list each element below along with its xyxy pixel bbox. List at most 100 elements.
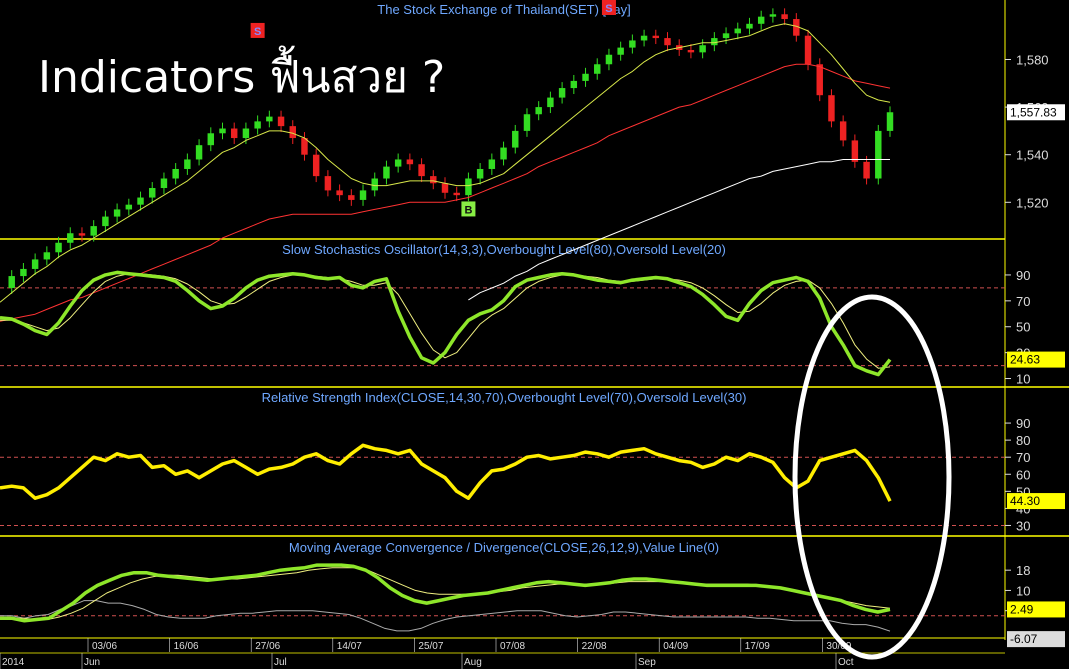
candle-body: [781, 14, 788, 20]
candle-body: [371, 178, 378, 191]
candle-body: [359, 190, 367, 200]
rsi-panel-title: Relative Strength Index(CLOSE,14,30,70),…: [262, 390, 747, 405]
signal-label: S: [254, 26, 261, 38]
price-panel-title: The Stock Exchange of Thailand(SET) [day…: [377, 2, 630, 17]
candle-body: [184, 159, 191, 169]
candle-body: [465, 178, 472, 196]
candle-body: [804, 35, 812, 65]
candle-body: [324, 176, 332, 191]
candle-body: [20, 268, 27, 277]
candle-body: [207, 133, 215, 146]
candle-body: [78, 233, 86, 236]
candle-body: [488, 159, 496, 169]
price-tick-label: 1,580: [1016, 53, 1049, 68]
candle-body: [535, 107, 542, 115]
candle-body: [31, 259, 39, 269]
candle-body: [383, 166, 390, 179]
rsi-tick-label: 60: [1016, 467, 1030, 482]
candle-body: [640, 35, 648, 41]
candle-body: [195, 145, 203, 160]
price-tick-label: 1,520: [1016, 195, 1049, 210]
candle-body: [828, 95, 835, 122]
candle-body: [722, 33, 730, 39]
candle-body: [219, 128, 226, 134]
candle-body: [512, 130, 519, 148]
date-tick-label: 17/09: [745, 641, 770, 652]
candle-body: [137, 197, 144, 205]
candle-body: [418, 164, 425, 177]
candle-body: [617, 47, 624, 55]
rsi-tick-label: 70: [1016, 450, 1030, 465]
candle-body: [113, 209, 121, 217]
candle-body: [102, 216, 109, 227]
candle-body: [699, 45, 706, 53]
date-tick-label: 16/06: [174, 641, 199, 652]
macd-panel-title: Moving Average Convergence / Divergence(…: [289, 540, 719, 555]
stock-chart: The Stock Exchange of Thailand(SET) [day…: [0, 0, 1069, 669]
date-tick-label: 07/08: [500, 641, 525, 652]
month-label: Oct: [838, 657, 854, 668]
stoch-last-value: 24.63: [1010, 353, 1040, 367]
candle-body: [277, 116, 285, 127]
candle-body: [172, 168, 179, 179]
candle-body: [160, 178, 168, 189]
candle-body: [430, 176, 437, 184]
stoch-tick-label: 10: [1016, 372, 1030, 387]
date-tick-label: 04/09: [663, 641, 688, 652]
rsi-tick-label: 80: [1016, 433, 1030, 448]
candle-body: [90, 226, 97, 236]
candle-body: [687, 49, 695, 53]
price-tick-label: 1,540: [1016, 148, 1049, 163]
stoch-tick-label: 90: [1016, 268, 1030, 283]
candle-body: [839, 121, 847, 141]
stoch-panel-title: Slow Stochastics Oscillator(14,3,3),Over…: [282, 242, 726, 257]
candle-body: [266, 116, 273, 122]
macd-last-value: 2.49: [1010, 602, 1034, 616]
stoch-tick-label: 70: [1016, 294, 1030, 309]
macd-tick-label: 10: [1016, 583, 1030, 598]
candle-body: [570, 80, 578, 89]
candle-body: [312, 154, 320, 177]
rsi-tick-label: 30: [1016, 518, 1030, 533]
candle-body: [476, 168, 484, 179]
candle-body: [254, 121, 261, 129]
candle-body: [230, 128, 238, 139]
candle-body: [125, 204, 133, 210]
candle-body: [582, 73, 589, 81]
headline: Indicators ฟื้นสวย ?: [38, 45, 445, 103]
candle-body: [652, 35, 660, 39]
candle-body: [757, 16, 765, 24]
macd-tick-label: 18: [1016, 563, 1030, 578]
candle-body: [629, 40, 636, 48]
candle-body: [43, 252, 51, 260]
candle-body: [336, 190, 343, 196]
candle-body: [500, 147, 507, 160]
candle-body: [348, 195, 355, 200]
candle-body: [149, 188, 156, 198]
month-label: 2014: [2, 657, 25, 668]
date-tick-label: 14/07: [337, 641, 362, 652]
candle-body: [289, 126, 296, 139]
signal-label: S: [605, 3, 612, 15]
candle-body: [594, 64, 601, 74]
date-tick-label: 25/07: [418, 641, 443, 652]
price-last-value: 1,557.83: [1010, 105, 1057, 119]
candle-body: [863, 161, 870, 179]
candle-body: [394, 159, 402, 167]
month-label: Sep: [638, 657, 656, 668]
candle-body: [734, 28, 741, 34]
candle-body: [453, 192, 460, 196]
rsi-tick-label: 90: [1016, 416, 1030, 431]
candle-body: [769, 14, 777, 17]
date-tick-label: 03/06: [92, 641, 117, 652]
candle-body: [441, 183, 449, 193]
candle-body: [664, 38, 671, 46]
date-tick-label: 27/06: [255, 641, 280, 652]
candle-body: [523, 114, 531, 131]
candle-body: [711, 38, 718, 46]
candle-body: [886, 112, 894, 131]
candle-body: [816, 64, 823, 96]
histogram-last-value: -6.07: [1010, 632, 1038, 646]
month-label: Jul: [274, 657, 287, 668]
candle-body: [746, 23, 753, 29]
